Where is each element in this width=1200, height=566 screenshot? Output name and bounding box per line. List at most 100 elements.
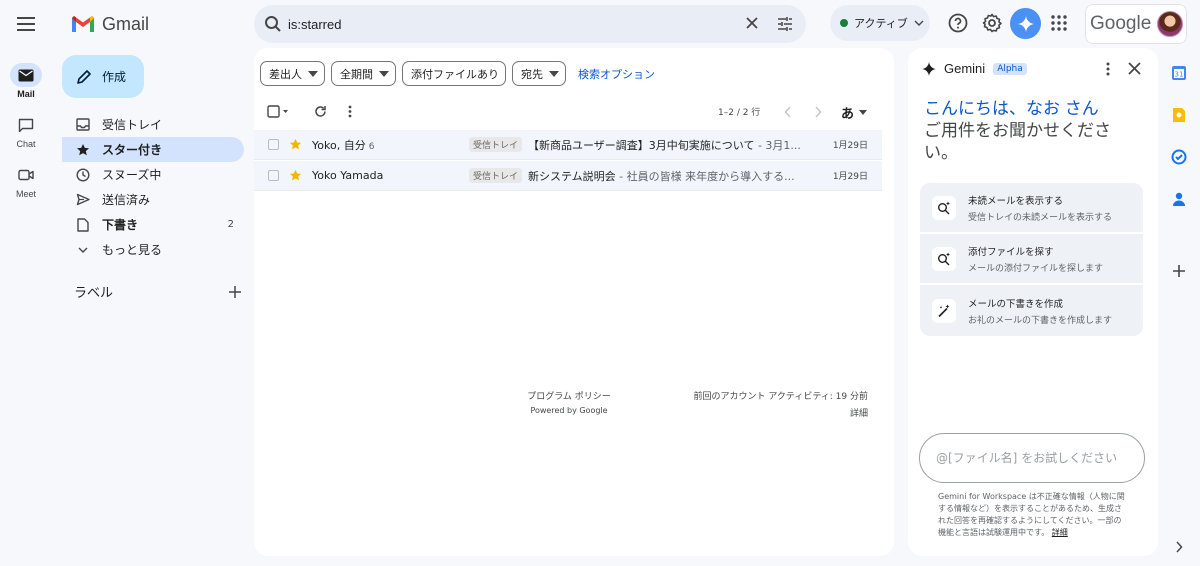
gemini-prompt-text: ご用件をお聞かせください。 — [924, 121, 1111, 162]
compose-button[interactable]: 作成 — [62, 55, 144, 98]
chevron-down-icon — [914, 20, 924, 26]
nav-item-more[interactable]: もっと見る — [62, 237, 244, 262]
email-sender: Yoko Yamada — [312, 169, 384, 182]
expand-panel-icon[interactable] — [1168, 536, 1190, 558]
thread-count: 6 — [368, 141, 375, 152]
account-switcher[interactable]: Google — [1085, 4, 1187, 44]
filter-chip-to[interactable]: 宛先 — [512, 61, 566, 86]
gmail-logo[interactable]: Gmail — [70, 10, 149, 38]
row-checkbox[interactable] — [268, 170, 279, 181]
gemini-disclaimer: Gemini for Workspace は不正確な情報（人物に関する情報など）… — [938, 492, 1125, 537]
inbox-icon — [74, 116, 92, 134]
disclaimer-details-link[interactable]: 詳細 — [1052, 528, 1068, 537]
pagination-text: 1–2 / 2 行 — [718, 108, 761, 118]
filter-chip-from[interactable]: 差出人 — [260, 61, 325, 86]
activity-details-link[interactable]: 詳細 — [693, 406, 868, 419]
svg-text:31: 31 — [1175, 71, 1184, 79]
chevron-down-icon — [74, 241, 92, 259]
filter-chip-attachment[interactable]: 添付ファイルあり — [402, 61, 506, 86]
more-vert-icon[interactable] — [348, 105, 352, 118]
keep-app-icon[interactable] — [1168, 104, 1190, 126]
star-icon[interactable] — [289, 138, 302, 151]
nav-item-snoozed[interactable]: スヌーズ中 — [62, 162, 244, 187]
help-icon[interactable] — [946, 11, 970, 35]
mail-list-panel: 差出人 全期間 添付ファイルあり 宛先 検索オプション 1–2 / 2 行 あ … — [254, 48, 894, 556]
suggestion-card[interactable]: 添付ファイルを探す メールの添付ファイルを探します — [920, 234, 1143, 285]
email-row[interactable]: Yoko, 自分 6 受信トレイ 【新商品ユーザー調査】3月中旬実施について - … — [254, 130, 882, 160]
email-subject: 【新商品ユーザー調査】3月中旬実施について - 3月1... — [528, 138, 801, 152]
pencil-icon — [77, 69, 91, 84]
footer-left: プログラム ポリシー Powered by Google — [509, 389, 629, 415]
suggestion-title: メールの下書きを作成 — [968, 298, 1064, 310]
email-snippet: - 社員の皆様 来年度から導入する... — [615, 169, 795, 183]
compose-label: 作成 — [102, 70, 127, 84]
input-tools-button[interactable]: あ — [841, 103, 868, 122]
nav-item-starred[interactable]: スター付き — [62, 137, 244, 162]
add-app-icon[interactable] — [1168, 260, 1190, 282]
chip-label: 全期間 — [340, 67, 373, 81]
rail-item-mail[interactable]: Mail — [4, 63, 48, 99]
refresh-icon[interactable] — [314, 105, 327, 118]
gemini-sparkle-icon — [1017, 15, 1034, 32]
status-label: アクティブ — [854, 17, 908, 30]
video-icon — [10, 163, 42, 187]
next-page-icon[interactable] — [814, 106, 822, 118]
email-date: 1月29日 — [832, 172, 868, 182]
email-subject: 新システム説明会 - 社員の皆様 来年度から導入する... — [528, 169, 795, 183]
advanced-search-link[interactable]: 検索オプション — [578, 66, 655, 82]
star-icon[interactable] — [289, 169, 302, 182]
calendar-app-icon[interactable]: 31 — [1168, 62, 1190, 84]
prev-page-icon[interactable] — [784, 106, 792, 118]
footer-right: 前回のアカウント アクティビティ: 19 分前 詳細 — [693, 389, 868, 419]
program-policy-link[interactable]: プログラム ポリシー — [509, 389, 629, 402]
nav-item-sent[interactable]: 送信済み — [62, 187, 244, 212]
gemini-button[interactable] — [1010, 8, 1041, 39]
settings-gear-icon[interactable] — [980, 11, 1004, 35]
add-label-icon[interactable] — [228, 285, 242, 299]
rail-item-meet[interactable]: Meet — [4, 163, 48, 199]
suggestion-subtitle: メールの添付ファイルを探します — [968, 263, 1104, 274]
app-rail: Mail Chat Meet — [0, 0, 52, 566]
label-tag[interactable]: 受信トレイ — [469, 137, 523, 152]
more-vert-icon[interactable] — [1106, 62, 1110, 76]
select-all-checkbox[interactable] — [267, 105, 289, 118]
status-selector[interactable]: アクティブ — [830, 5, 930, 41]
clear-search-icon[interactable] — [744, 15, 760, 31]
close-icon[interactable] — [1128, 62, 1141, 75]
nav-item-inbox[interactable]: 受信トレイ — [62, 112, 244, 137]
email-row[interactable]: Yoko Yamada 受信トレイ 新システム説明会 - 社員の皆様 来年度から… — [254, 161, 882, 191]
suggestion-card[interactable]: 未読メールを表示する 受信トレイの未読メールを表示する — [920, 183, 1143, 234]
gemini-prompt-box[interactable] — [919, 433, 1145, 483]
search-options-icon[interactable] — [776, 15, 794, 33]
contacts-app-icon[interactable] — [1168, 188, 1190, 210]
nav-item-label: スター付き — [102, 143, 163, 157]
nav-item-drafts[interactable]: 下書き 2 — [62, 212, 244, 237]
tasks-app-icon[interactable] — [1168, 146, 1190, 168]
clock-icon — [74, 166, 92, 184]
nav-item-label: 受信トレイ — [102, 118, 163, 132]
gemini-prompt-input[interactable] — [936, 451, 1126, 465]
star-icon — [74, 141, 92, 159]
suggestion-card[interactable]: メールの下書きを作成 お礼のメールの下書きを作成します — [920, 285, 1143, 336]
suggestion-list: 未読メールを表示する 受信トレイの未読メールを表示する 添付ファイルを探す メー… — [920, 183, 1143, 336]
nav-item-label: 下書き — [102, 218, 139, 232]
search-input[interactable] — [288, 16, 708, 32]
suggestion-title: 未読メールを表示する — [968, 195, 1064, 207]
list-toolbar: 1–2 / 2 行 あ — [254, 100, 894, 126]
caret-down-icon — [859, 110, 868, 115]
main-menu-icon[interactable] — [14, 12, 38, 36]
gemini-greeting: こんにちは、なお さん — [924, 99, 1099, 118]
rail-label: Mail — [17, 89, 35, 99]
last-activity-text: 前回のアカウント アクティビティ: 19 分前 — [693, 392, 868, 402]
gemini-header: Gemini Alpha — [922, 61, 1027, 76]
rail-item-chat[interactable]: Chat — [4, 113, 48, 149]
row-checkbox[interactable] — [268, 139, 279, 150]
apps-grid-icon[interactable] — [1047, 11, 1071, 35]
chip-label: 差出人 — [269, 67, 302, 81]
search-bar[interactable] — [254, 5, 806, 43]
gemini-side-panel: Gemini Alpha こんにちは、なお さん ご用件をお聞かせください。 未… — [908, 48, 1158, 556]
search-icon[interactable] — [264, 15, 282, 33]
label-tag[interactable]: 受信トレイ — [469, 168, 523, 183]
email-snippet: - 3月1... — [754, 138, 801, 152]
filter-chip-date[interactable]: 全期間 — [331, 61, 396, 86]
